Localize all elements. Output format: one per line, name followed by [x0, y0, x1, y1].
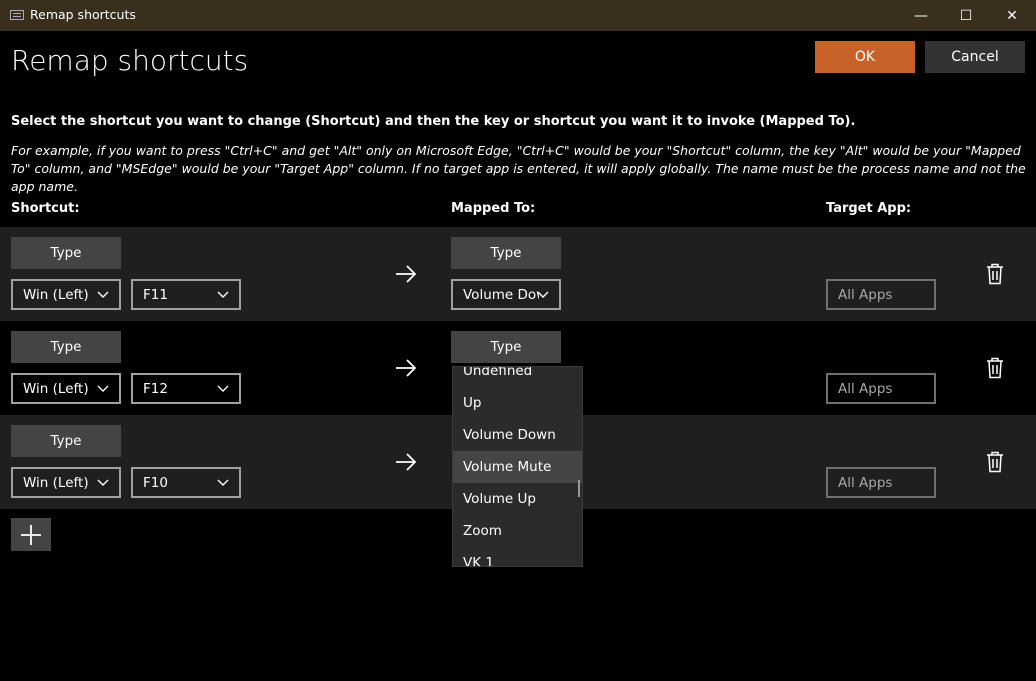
- maximize-button[interactable]: ☐: [943, 0, 989, 31]
- mapped-key-dropdown-list[interactable]: Undefined Up Volume Down Volume Mute Vol…: [452, 366, 583, 567]
- key-dropdown-value: F12: [143, 380, 168, 397]
- app-icon: [10, 10, 24, 20]
- mapped-key-dropdown-value: Volume Down: [463, 286, 539, 303]
- instructions-text: Select the shortcut you want to change (…: [11, 114, 856, 129]
- chevron-down-icon: [217, 385, 229, 392]
- key-dropdown-value: F11: [143, 286, 168, 303]
- shortcut-type-button[interactable]: Type: [11, 425, 121, 457]
- chevron-down-icon: [217, 479, 229, 486]
- chevron-down-icon: [97, 291, 109, 298]
- title-bar: Remap shortcuts — ☐ ✕: [0, 0, 1036, 31]
- mapped-type-button[interactable]: Type: [451, 331, 561, 363]
- close-button[interactable]: ✕: [989, 0, 1035, 31]
- target-app-input[interactable]: All Apps: [826, 467, 936, 498]
- mapped-key-dropdown[interactable]: Volume Down: [451, 279, 561, 310]
- key-dropdown[interactable]: F10: [131, 467, 241, 498]
- shortcut-row: Type Win (Left) F11 Type Volume Down All…: [0, 227, 1036, 321]
- target-app-column-header: Target App:: [826, 201, 912, 216]
- arrow-right-icon: [396, 359, 417, 377]
- shortcut-column-header: Shortcut:: [11, 201, 80, 216]
- chevron-down-icon: [97, 385, 109, 392]
- key-dropdown[interactable]: F12: [131, 373, 241, 404]
- shortcut-type-button[interactable]: Type: [11, 331, 121, 363]
- key-dropdown[interactable]: F11: [131, 279, 241, 310]
- key-dropdown-value: F10: [143, 474, 168, 491]
- dropdown-option[interactable]: Volume Up: [453, 483, 582, 515]
- modifier-dropdown-value: Win (Left): [23, 380, 89, 397]
- trash-icon[interactable]: [985, 357, 1005, 379]
- page-title: Remap shortcuts: [11, 44, 249, 77]
- target-app-input[interactable]: All Apps: [826, 279, 936, 310]
- mapped-to-column-header: Mapped To:: [451, 201, 536, 216]
- target-app-input[interactable]: All Apps: [826, 373, 936, 404]
- modifier-dropdown-value: Win (Left): [23, 286, 89, 303]
- dropdown-option[interactable]: VK 1: [453, 547, 582, 566]
- modifier-dropdown[interactable]: Win (Left): [11, 467, 121, 498]
- dropdown-option[interactable]: Undefined: [453, 367, 582, 387]
- minimize-button[interactable]: —: [898, 0, 944, 31]
- mapped-type-button[interactable]: Type: [451, 237, 561, 269]
- dropdown-option[interactable]: Zoom: [453, 515, 582, 547]
- trash-icon[interactable]: [985, 263, 1005, 285]
- chevron-down-icon: [537, 291, 549, 298]
- cancel-button[interactable]: Cancel: [925, 41, 1025, 73]
- modifier-dropdown[interactable]: Win (Left): [11, 373, 121, 404]
- shortcut-type-button[interactable]: Type: [11, 237, 121, 269]
- chevron-down-icon: [97, 479, 109, 486]
- window-title: Remap shortcuts: [30, 7, 136, 22]
- chevron-down-icon: [217, 291, 229, 298]
- modifier-dropdown[interactable]: Win (Left): [11, 279, 121, 310]
- dropdown-option[interactable]: Up: [453, 387, 582, 419]
- dropdown-option[interactable]: Volume Down: [453, 419, 582, 451]
- ok-button[interactable]: OK: [815, 41, 915, 73]
- dropdown-option-highlighted[interactable]: Volume Mute: [453, 451, 582, 483]
- modifier-dropdown-value: Win (Left): [23, 474, 89, 491]
- add-shortcut-button[interactable]: [11, 518, 51, 551]
- plus-icon: [21, 524, 41, 545]
- dropdown-scrollbar[interactable]: [578, 480, 580, 497]
- arrow-right-icon: [396, 265, 417, 283]
- example-text: For example, if you want to press "Ctrl+…: [11, 143, 1026, 194]
- arrow-right-icon: [396, 453, 417, 471]
- trash-icon[interactable]: [985, 451, 1005, 473]
